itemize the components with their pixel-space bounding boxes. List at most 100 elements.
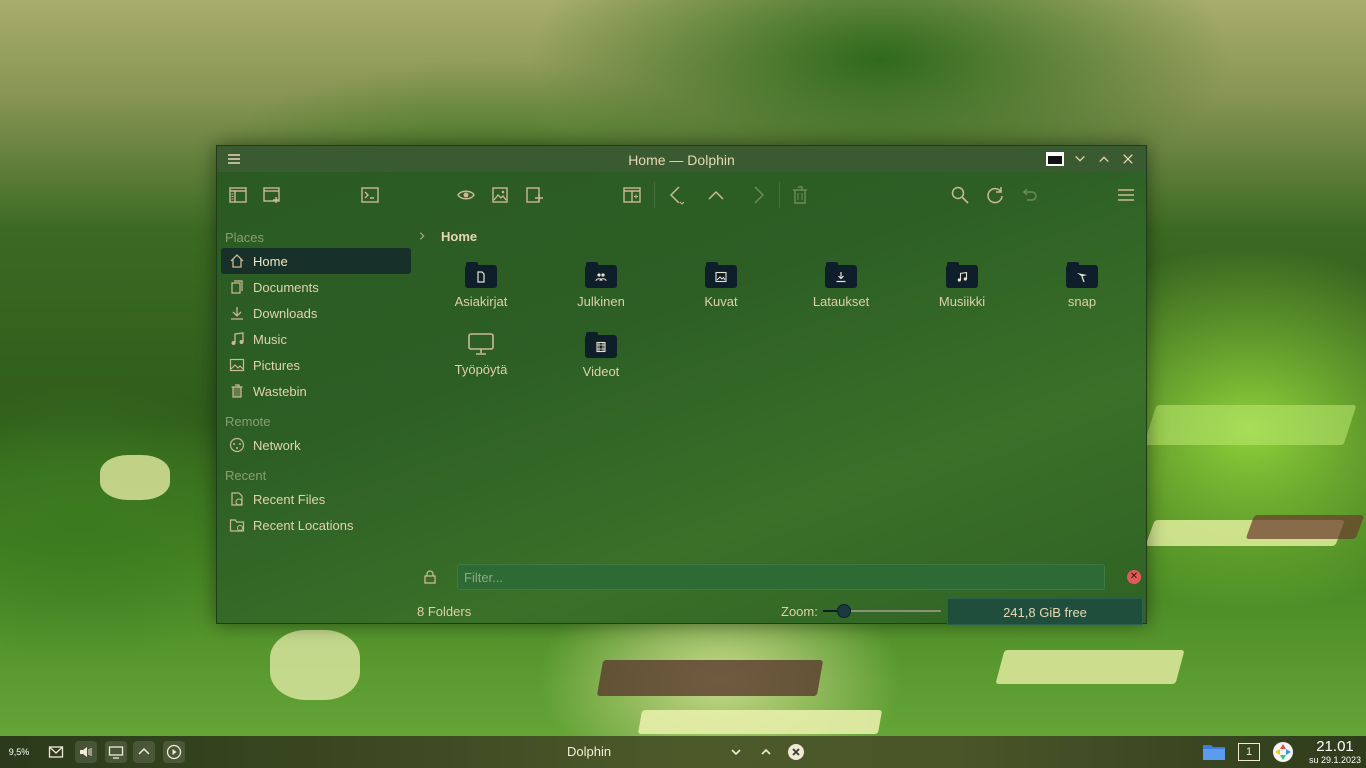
taskbar: 9,5% Dolphin 1 21.01 su 29.1.2023 bbox=[0, 736, 1366, 768]
sidebar-item-music[interactable]: Music bbox=[221, 326, 411, 352]
toolbar bbox=[217, 172, 1146, 218]
media-player-icon[interactable] bbox=[163, 741, 185, 763]
network-icon bbox=[229, 437, 245, 453]
minimize-icon[interactable] bbox=[1072, 151, 1088, 167]
maximize-icon[interactable] bbox=[1096, 151, 1112, 167]
document-icon bbox=[229, 279, 245, 295]
sidebar-item-label: Downloads bbox=[253, 305, 318, 321]
sidebar-item-label: Recent Files bbox=[253, 491, 326, 507]
wallpaper-field bbox=[1245, 515, 1365, 539]
tray-expand-icon[interactable] bbox=[133, 741, 155, 763]
filter-bar: ✕ bbox=[417, 564, 1142, 590]
wallpaper-pond bbox=[100, 455, 170, 500]
section-recent: Recent bbox=[225, 468, 267, 483]
sidebar-item-label: Music bbox=[253, 331, 287, 347]
title-bar[interactable]: Home — Dolphin bbox=[217, 146, 1146, 172]
show-previews-icon[interactable] bbox=[489, 184, 511, 206]
folder-item[interactable]: Työpöytä bbox=[426, 332, 536, 377]
breadcrumb: Home bbox=[417, 226, 477, 246]
zoom-slider[interactable] bbox=[823, 604, 941, 618]
active-task-title[interactable]: Dolphin bbox=[567, 744, 611, 759]
desktop-number: 1 bbox=[1238, 743, 1260, 761]
sidebar-item-network[interactable]: Network bbox=[221, 432, 411, 458]
keep-above-icon[interactable] bbox=[1046, 152, 1064, 166]
zoom-label: Zoom: bbox=[781, 604, 818, 619]
split-view-icon[interactable] bbox=[621, 184, 643, 206]
wallpaper-field bbox=[1143, 405, 1357, 445]
hamburger-menu-icon[interactable] bbox=[1115, 184, 1137, 206]
chevron-down-icon[interactable] bbox=[728, 741, 744, 763]
wallpaper-field bbox=[596, 660, 824, 696]
zoom-slider-handle[interactable] bbox=[837, 604, 851, 618]
display-icon[interactable] bbox=[105, 741, 127, 763]
folder-downloads-icon bbox=[825, 262, 857, 288]
mail-icon[interactable] bbox=[45, 741, 67, 763]
picture-icon bbox=[229, 357, 245, 373]
lock-icon[interactable] bbox=[423, 569, 437, 585]
back-icon[interactable] bbox=[665, 184, 687, 206]
folder-item[interactable]: Kuvat bbox=[666, 262, 776, 309]
cpu-load-indicator[interactable]: 9,5% bbox=[6, 741, 32, 763]
folder-item[interactable]: Videot bbox=[546, 332, 656, 379]
close-window-icon[interactable] bbox=[787, 741, 805, 763]
music-icon bbox=[229, 331, 245, 347]
chevron-up-icon[interactable] bbox=[758, 741, 774, 763]
wallpaper-field bbox=[995, 650, 1185, 684]
folder-documents-icon bbox=[465, 262, 497, 288]
undo-icon[interactable] bbox=[1018, 184, 1040, 206]
reload-icon[interactable] bbox=[984, 184, 1006, 206]
forward-icon[interactable] bbox=[747, 184, 769, 206]
folder-item[interactable]: Asiakirjat bbox=[426, 262, 536, 309]
free-space-indicator[interactable]: 241,8 GiB free bbox=[947, 598, 1143, 625]
item-count: 8 Folders bbox=[417, 604, 472, 619]
clear-filter-icon[interactable]: ✕ bbox=[1127, 570, 1141, 584]
search-icon[interactable] bbox=[949, 184, 971, 206]
preview-eye-icon[interactable] bbox=[455, 184, 477, 206]
status-bar: 8 Folders Zoom: 241,8 GiB free bbox=[417, 598, 1147, 625]
clock[interactable]: 21.01 su 29.1.2023 bbox=[1304, 738, 1366, 766]
folder-label: Työpöytä bbox=[454, 362, 508, 377]
sidebar-item-label: Wastebin bbox=[253, 383, 307, 399]
close-icon[interactable] bbox=[1120, 151, 1136, 167]
folder-item[interactable]: Musiikki bbox=[907, 262, 1017, 309]
folder-label: Lataukset bbox=[812, 294, 870, 309]
sidebar-item-home[interactable]: Home bbox=[221, 248, 411, 274]
create-new-icon[interactable] bbox=[523, 184, 545, 206]
sidebar-item-wastebin[interactable]: Wastebin bbox=[221, 378, 411, 404]
filter-input[interactable] bbox=[457, 564, 1105, 590]
folder-label: Kuvat bbox=[704, 294, 738, 309]
folder-snap-icon bbox=[1066, 262, 1098, 288]
wallpaper-field bbox=[637, 710, 883, 734]
sidebar-item-documents[interactable]: Documents bbox=[221, 274, 411, 300]
chevron-right-icon[interactable] bbox=[417, 229, 431, 244]
section-places: Places bbox=[225, 230, 265, 245]
terminal-icon[interactable] bbox=[359, 184, 381, 206]
sidebar-item-pictures[interactable]: Pictures bbox=[221, 352, 411, 378]
folder-item[interactable]: Julkinen bbox=[546, 262, 656, 309]
sidebar-item-recent-locations[interactable]: Recent Locations bbox=[221, 512, 411, 538]
sidebar-item-downloads[interactable]: Downloads bbox=[221, 300, 411, 326]
breadcrumb-home[interactable]: Home bbox=[441, 229, 477, 244]
recent-locations-icon bbox=[229, 517, 245, 533]
file-manager-icon[interactable] bbox=[1202, 741, 1226, 763]
volume-icon[interactable] bbox=[75, 741, 97, 763]
window-title: Home — Dolphin bbox=[628, 152, 735, 168]
trash-icon[interactable] bbox=[789, 184, 811, 206]
new-tab-icon[interactable] bbox=[261, 184, 283, 206]
folder-item[interactable]: Lataukset bbox=[786, 262, 896, 309]
virtual-desktop-pager[interactable]: 1 bbox=[1238, 741, 1260, 763]
clock-time: 21.01 bbox=[1316, 738, 1354, 755]
app-launcher-icon[interactable] bbox=[1272, 741, 1294, 763]
up-icon[interactable] bbox=[705, 184, 727, 206]
wallpaper-pond bbox=[270, 630, 360, 700]
download-icon bbox=[229, 305, 245, 321]
section-remote: Remote bbox=[225, 414, 271, 429]
show-panels-icon[interactable] bbox=[227, 184, 249, 206]
home-icon bbox=[229, 253, 245, 269]
sidebar-item-label: Pictures bbox=[253, 357, 300, 373]
folder-label: Julkinen bbox=[577, 294, 625, 309]
folder-label: Asiakirjat bbox=[454, 294, 508, 309]
folder-item[interactable]: snap bbox=[1027, 262, 1137, 309]
toolbar-separator bbox=[779, 182, 780, 208]
sidebar-item-recent-files[interactable]: Recent Files bbox=[221, 486, 411, 512]
